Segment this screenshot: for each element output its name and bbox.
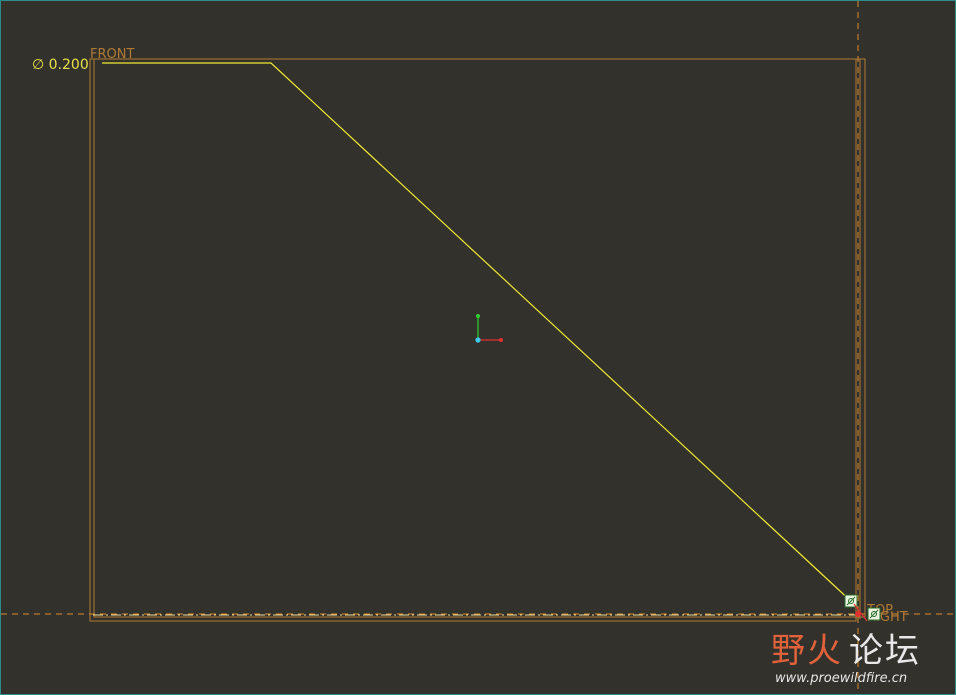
sketch-canvas[interactable]: FRONT TOP RIGHT ∅ 0.200 xyxy=(1,1,955,694)
datum-front-box[interactable] xyxy=(89,58,857,622)
datum-front-label: FRONT xyxy=(90,47,134,62)
watermark-title-part2: 论坛 xyxy=(849,631,921,671)
coordinate-system-icon[interactable] xyxy=(475,314,503,343)
watermark-logo: 野火 论坛 www.proewildfire.cn xyxy=(769,627,949,691)
watermark-title: 野火 论坛 xyxy=(771,631,921,671)
watermark-title-part1: 野火 xyxy=(771,631,843,671)
coincident-constraint-icon-2[interactable] xyxy=(867,607,881,621)
watermark-url: www.proewildfire.cn xyxy=(775,671,908,686)
graphics-viewport[interactable]: FRONT TOP RIGHT ∅ 0.200 野火论坛 xyxy=(0,0,956,695)
diameter-dimension[interactable]: ∅ 0.200 xyxy=(32,57,89,73)
